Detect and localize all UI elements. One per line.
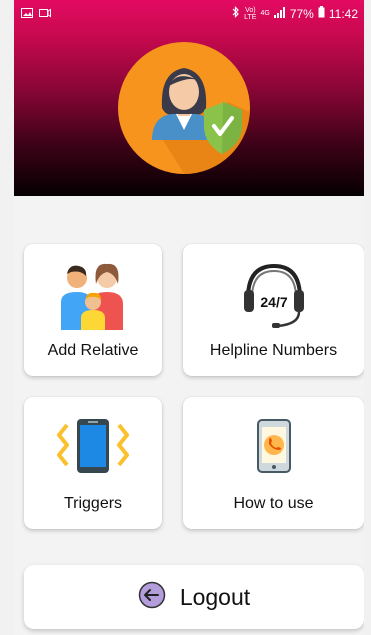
bluetooth-icon xyxy=(232,6,240,21)
screen: Vo) LTE 4G 77% 11:42 Add Relative 24/7 H… xyxy=(14,0,364,635)
how-to-use-label: How to use xyxy=(233,495,314,512)
triggers-button[interactable]: Triggers xyxy=(24,397,162,529)
add-relative-label: Add Relative xyxy=(47,342,139,359)
status-bar: Vo) LTE 4G 77% 11:42 xyxy=(14,0,364,28)
status-left xyxy=(21,7,51,21)
add-relative-button[interactable]: Add Relative xyxy=(24,244,162,376)
phone-call-icon xyxy=(256,419,291,473)
family-icon xyxy=(57,258,129,330)
headset-24-7-icon: 24/7 xyxy=(238,258,310,330)
battery-icon xyxy=(318,6,325,21)
battery-percent: 77% xyxy=(289,6,314,21)
lte-label: LTE xyxy=(244,13,257,21)
volte-label: Vo) xyxy=(245,6,256,14)
headset-24-7-text: 24/7 xyxy=(260,294,287,310)
triggers-label: Triggers xyxy=(63,495,123,512)
logout-icon xyxy=(138,581,166,614)
helpline-numbers-button[interactable]: 24/7 Helpline Numbers xyxy=(183,244,364,376)
signal-icon xyxy=(273,6,286,21)
clock-time: 11:42 xyxy=(328,6,358,21)
logout-button[interactable]: Logout xyxy=(24,565,364,629)
logout-label: Logout xyxy=(179,584,251,610)
how-to-use-button[interactable]: How to use xyxy=(183,397,364,529)
logout-content: Logout xyxy=(24,581,364,614)
vibrating-phone-icon xyxy=(55,417,131,475)
woman-shield-icon xyxy=(118,42,250,175)
volte-indicator: Vo) LTE xyxy=(244,7,256,21)
gallery-notification-icon xyxy=(21,7,33,21)
helpline-numbers-label: Helpline Numbers xyxy=(209,342,338,359)
4g-label: 4G xyxy=(260,10,270,17)
status-right: Vo) LTE 4G 77% 11:42 xyxy=(232,6,358,21)
header-banner: Vo) LTE 4G 77% 11:42 xyxy=(14,0,364,196)
screen-record-icon xyxy=(39,7,51,21)
